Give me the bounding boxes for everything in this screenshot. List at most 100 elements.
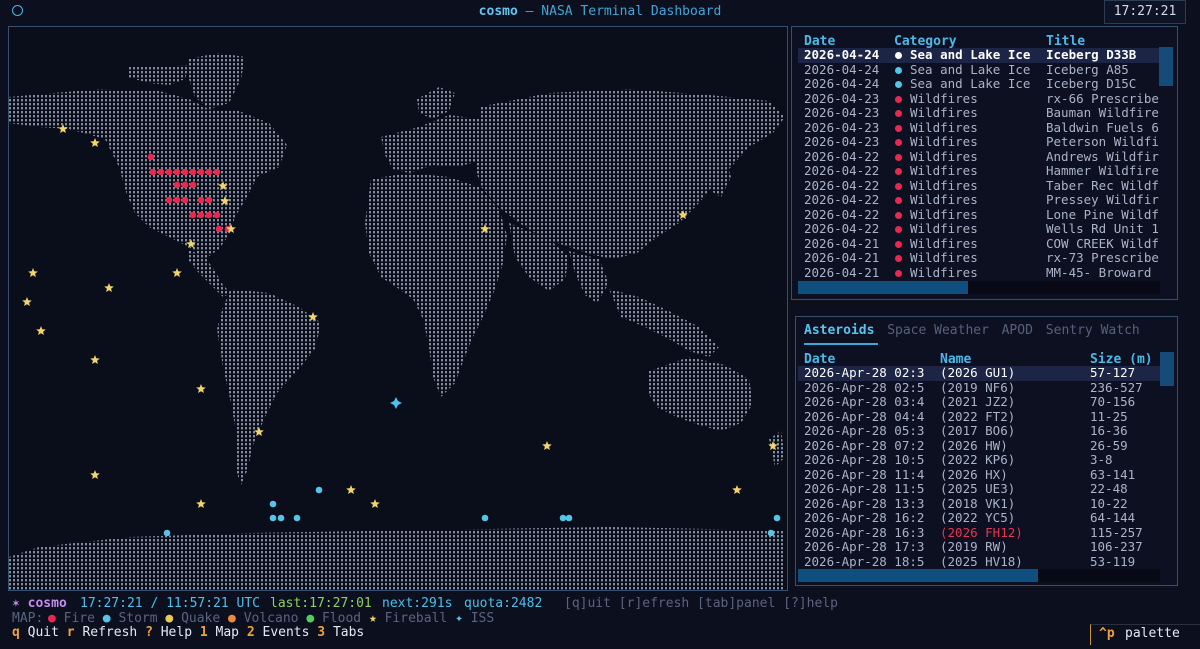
event-row[interactable]: 2026-04-22 Wildfires Lone Pine Wildf: [798, 208, 1160, 223]
fire-marker[interactable]: [205, 196, 213, 204]
fireball-marker[interactable]: [90, 470, 100, 479]
fireball-marker[interactable]: [370, 499, 380, 508]
events-header-category[interactable]: Category: [894, 34, 957, 49]
fireball-marker[interactable]: [104, 283, 114, 292]
fire-marker[interactable]: [189, 211, 197, 219]
event-row[interactable]: 2026-04-24 Sea and Lake Ice Iceberg D33B: [798, 48, 1160, 63]
asteroid-row[interactable]: 2026-Apr-28 18:5 (2025 HV18) 53-119: [798, 555, 1160, 570]
shortcut-label-help[interactable]: Help: [161, 625, 192, 640]
fire-marker[interactable]: [157, 168, 165, 176]
event-row[interactable]: 2026-04-23 Wildfires Baldwin Fuels 6: [798, 121, 1160, 136]
asteroids-scrollbar-vertical[interactable]: [1160, 352, 1174, 386]
storm-marker[interactable]: [163, 529, 171, 537]
storm-marker[interactable]: [315, 486, 323, 494]
storm-marker[interactable]: [565, 514, 573, 522]
event-row[interactable]: 2026-04-21 Wildfires rx-73 Prescribe: [798, 251, 1160, 266]
asteroid-row[interactable]: 2026-Apr-28 03:4 (2021 JZ2) 70-156: [798, 395, 1160, 410]
asteroid-row[interactable]: 2026-Apr-28 17:3 (2019 RW) 106-237: [798, 540, 1160, 555]
fire-marker[interactable]: [197, 168, 205, 176]
events-header-date[interactable]: Date: [804, 34, 835, 49]
fire-marker[interactable]: [149, 168, 157, 176]
event-row[interactable]: 2026-04-22 Wildfires Pressey Wildfir: [798, 193, 1160, 208]
fire-marker[interactable]: [205, 168, 213, 176]
fire-marker[interactable]: [147, 153, 155, 161]
event-row[interactable]: 2026-04-23 Wildfires rx-66 Prescribe: [798, 92, 1160, 107]
shortcut-key-help[interactable]: ?: [145, 625, 153, 640]
shortcut-key-tabs[interactable]: 3: [317, 625, 325, 640]
fireball-marker[interactable]: [90, 355, 100, 364]
fire-marker[interactable]: [173, 181, 181, 189]
fire-marker[interactable]: [197, 196, 205, 204]
asteroids-header-date[interactable]: Date: [804, 352, 835, 367]
asteroids-header-size[interactable]: Size (m): [1090, 352, 1153, 367]
events-header-title[interactable]: Title: [1046, 34, 1085, 49]
palette-box[interactable]: ^p palette: [1090, 624, 1200, 645]
asteroid-row[interactable]: 2026-Apr-28 16:3 (2026 FH12) 115-257: [798, 526, 1160, 541]
asteroid-row[interactable]: 2026-Apr-28 04:4 (2022 FT2) 11-25: [798, 410, 1160, 425]
fire-marker[interactable]: [215, 225, 223, 233]
iss-marker[interactable]: [390, 397, 402, 409]
asteroids-scrollbar-horizontal[interactable]: [798, 569, 1038, 582]
storm-marker[interactable]: [269, 514, 277, 522]
asteroid-row[interactable]: 2026-Apr-28 10:5 (2022 KP6) 3-8: [798, 453, 1160, 468]
storm-marker[interactable]: [773, 514, 781, 522]
tab-space-weather[interactable]: Space Weather: [887, 323, 989, 339]
world-map-panel[interactable]: [8, 26, 788, 591]
shortcut-label-tabs[interactable]: Tabs: [333, 625, 364, 640]
storm-marker[interactable]: [767, 529, 775, 537]
fire-marker[interactable]: [197, 211, 205, 219]
fire-marker[interactable]: [181, 181, 189, 189]
fireball-marker[interactable]: [28, 268, 38, 277]
asteroid-row[interactable]: 2026-Apr-28 05:3 (2017 BO6) 16-36: [798, 424, 1160, 439]
asteroid-row[interactable]: 2026-Apr-28 07:2 (2026 HW) 26-59: [798, 439, 1160, 454]
shortcut-key-map[interactable]: 1: [200, 625, 208, 640]
storm-marker[interactable]: [293, 514, 301, 522]
shortcut-key-events[interactable]: 2: [247, 625, 255, 640]
fireball-marker[interactable]: [732, 485, 742, 494]
events-scrollbar-vertical[interactable]: [1159, 47, 1173, 86]
shortcut-label-quit[interactable]: Quit: [28, 625, 59, 640]
fire-marker[interactable]: [189, 181, 197, 189]
event-row[interactable]: 2026-04-22 Wildfires Wells Rd Unit 1: [798, 222, 1160, 237]
fireball-marker[interactable]: [90, 138, 100, 147]
events-scrollbar-horizontal[interactable]: [798, 281, 968, 294]
asteroid-row[interactable]: 2026-Apr-28 16:2 (2022 YC5) 64-144: [798, 511, 1160, 526]
fire-marker[interactable]: [165, 168, 173, 176]
tab-asteroids[interactable]: Asteroids: [804, 323, 874, 339]
fire-marker[interactable]: [165, 196, 173, 204]
fire-marker[interactable]: [189, 168, 197, 176]
event-row[interactable]: 2026-04-24 Sea and Lake Ice Iceberg A85: [798, 63, 1160, 78]
storm-marker[interactable]: [269, 500, 277, 508]
shortcut-key-refresh[interactable]: r: [67, 625, 75, 640]
fireball-marker[interactable]: [36, 326, 46, 335]
shortcut-key-quit[interactable]: q: [12, 625, 20, 640]
asteroids-header-name[interactable]: Name: [940, 352, 971, 367]
shortcut-label-events[interactable]: Events: [263, 625, 310, 640]
shortcut-label-refresh[interactable]: Refresh: [82, 625, 137, 640]
event-row[interactable]: 2026-04-22 Wildfires Hammer Wildfire: [798, 164, 1160, 179]
event-row[interactable]: 2026-04-23 Wildfires Bauman Wildfire: [798, 106, 1160, 121]
tab-apod[interactable]: APOD: [1002, 323, 1033, 339]
asteroid-row[interactable]: 2026-Apr-28 11:5 (2025 UE3) 22-48: [798, 482, 1160, 497]
asteroid-row[interactable]: 2026-Apr-28 13:3 (2018 VK1) 10-22: [798, 497, 1160, 512]
shortcut-label-map[interactable]: Map: [216, 625, 239, 640]
asteroid-row[interactable]: 2026-Apr-28 02:3 (2026 GU1) 57-127: [798, 366, 1160, 381]
event-row[interactable]: 2026-04-21 Wildfires COW CREEK Wildf: [798, 237, 1160, 252]
tabs-panel[interactable]: Asteroids Space Weather APOD Sentry Watch D…: [795, 316, 1178, 586]
fire-marker[interactable]: [181, 196, 189, 204]
storm-marker[interactable]: [277, 514, 285, 522]
tab-sentry-watch[interactable]: Sentry Watch: [1046, 323, 1140, 339]
fireball-marker[interactable]: [172, 268, 182, 277]
fireball-marker[interactable]: [196, 499, 206, 508]
fire-marker[interactable]: [213, 211, 221, 219]
storm-marker[interactable]: [481, 514, 489, 522]
fire-marker[interactable]: [173, 196, 181, 204]
storm-marker[interactable]: [559, 514, 567, 522]
fire-marker[interactable]: [181, 168, 189, 176]
events-panel[interactable]: Date Category Title 2026-04-24 Sea and La…: [791, 26, 1178, 300]
fire-marker[interactable]: [205, 211, 213, 219]
fireball-marker[interactable]: [346, 485, 356, 494]
event-row[interactable]: 2026-04-23 Wildfires Peterson Wildfi: [798, 135, 1160, 150]
fireball-marker[interactable]: [542, 441, 552, 450]
asteroid-row[interactable]: 2026-Apr-28 11:4 (2026 HX) 63-141: [798, 468, 1160, 483]
